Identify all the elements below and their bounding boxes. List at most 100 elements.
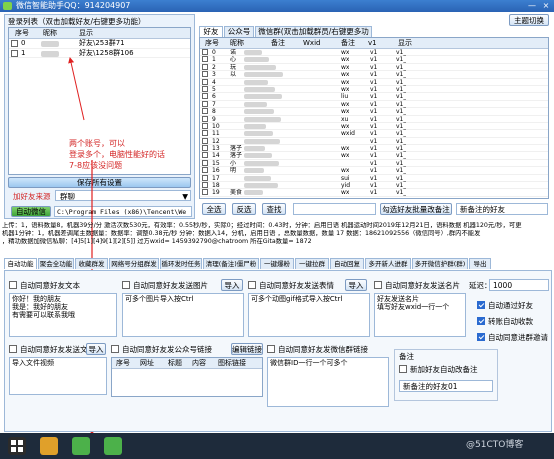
table-row[interactable]: 10 wx v1 v1_ bbox=[200, 122, 548, 131]
row-checkbox[interactable] bbox=[202, 63, 208, 70]
row-checkbox[interactable] bbox=[202, 78, 208, 85]
mp-link-grid[interactable]: 序号 网址 标题 内容 图标链接 bbox=[111, 357, 263, 397]
row-checkbox[interactable] bbox=[202, 174, 208, 181]
table-row[interactable]: 8 wx v1 v1_ bbox=[200, 108, 548, 116]
table-row[interactable]: 1 心 wx v1 v1_ bbox=[200, 56, 548, 64]
auto-friend-group-label: 自动同意好友发微信群链接 bbox=[278, 345, 368, 354]
table-row[interactable]: 7 wx v1 v1_ bbox=[200, 100, 548, 109]
select-all-button[interactable]: 全选 bbox=[202, 203, 226, 215]
table-row[interactable]: 3 以 wx v1 v1_ bbox=[200, 71, 548, 79]
table-row[interactable]: 12 v1 v1_ bbox=[200, 137, 548, 146]
auto-friend-file-area[interactable]: 导入文件视频 bbox=[9, 357, 107, 395]
auto-friend-card-checkbox[interactable] bbox=[374, 281, 382, 289]
row-checkbox[interactable] bbox=[202, 56, 208, 63]
row-checkbox[interactable] bbox=[202, 137, 208, 144]
theme-switch-button[interactable]: 主题切换 bbox=[509, 14, 549, 26]
row-checkbox[interactable] bbox=[202, 93, 208, 100]
table-row[interactable]: 4 wx v1 v1_ bbox=[200, 78, 548, 86]
table-row[interactable]: 17 sui v1 v1_ bbox=[200, 174, 548, 183]
tab-friends[interactable]: 好友 bbox=[199, 26, 223, 37]
table-row[interactable]: 18 yid v1 v1_ bbox=[200, 182, 548, 190]
row-num: 8 bbox=[212, 108, 216, 116]
auto-friend-file-checkbox[interactable] bbox=[9, 345, 17, 353]
row-checkbox[interactable] bbox=[202, 49, 208, 55]
auto-friend-image-area[interactable]: 可多个图片导入按Ctrl bbox=[122, 293, 244, 337]
auto-friend-text-area[interactable]: 你好！我的朋友 我是：我好的朋友 有需要可以联系我哦 bbox=[9, 293, 117, 337]
auto-friend-image-checkbox[interactable] bbox=[122, 281, 130, 289]
blurred-cell bbox=[244, 86, 275, 92]
import-file-button[interactable]: 导入 bbox=[86, 343, 106, 355]
auto-friend-gif-checkbox[interactable] bbox=[248, 281, 256, 289]
remark-value-input[interactable]: 新备注的好友01 bbox=[399, 380, 493, 392]
table-row[interactable]: 11 wxid v1 v1_ bbox=[200, 130, 548, 138]
auto-friend-group-checkbox[interactable] bbox=[267, 345, 275, 353]
row-checkbox[interactable] bbox=[202, 85, 208, 92]
auto-friend-card-area[interactable]: 好友发送名片 填写好友wxid一行一个 bbox=[374, 293, 466, 337]
batch-remark-button[interactable]: 勾选好友批量改备注 bbox=[380, 203, 452, 215]
auto-function-panel: 自动同意好友文本 你好！我的朋友 我是：我好的朋友 有需要可以联系我哦 自动同意… bbox=[4, 270, 552, 432]
delay-input[interactable]: 1000 bbox=[489, 279, 549, 291]
tab-function-8[interactable]: 自动回复 bbox=[330, 258, 364, 269]
search-button[interactable]: 查找 bbox=[262, 203, 286, 215]
table-row[interactable]: 16 明 wx v1 v1_ bbox=[200, 167, 548, 175]
invert-select-button[interactable]: 反选 bbox=[232, 203, 256, 215]
tab-function-2[interactable]: 收藏群发 bbox=[75, 258, 108, 269]
wechat-icon[interactable] bbox=[104, 437, 122, 455]
row-wxid: wxid bbox=[341, 130, 355, 138]
tab-function-9[interactable]: 多开新人进群 bbox=[365, 258, 411, 269]
tab-function-0[interactable]: 自动功能 bbox=[4, 258, 37, 269]
table-row[interactable]: 5 wx v1 v1_ bbox=[200, 85, 548, 94]
tab-function-5[interactable]: 清理(备注)僵尸粉 bbox=[203, 258, 259, 269]
table-row[interactable]: 0 诺 wx v1 v1_ bbox=[200, 49, 548, 57]
tab-function-11[interactable]: 导出 bbox=[469, 258, 491, 269]
tab-function-1[interactable]: 聚会全功能 bbox=[38, 258, 74, 269]
friend-grid[interactable]: 序号 昵称 备注 Wxid 备注 v1 显示 0 诺 wx v1 v1_ 1 心 wx v1 v1… bbox=[199, 37, 549, 199]
search-input[interactable] bbox=[293, 203, 376, 215]
row-checkbox[interactable] bbox=[202, 182, 208, 189]
table-row[interactable]: 19 美食 wx v1 v1_ bbox=[200, 189, 548, 197]
table-row[interactable]: 13 落子 wx v1 v1_ bbox=[200, 145, 548, 153]
table-row[interactable]: 9 xu v1 v1_ bbox=[200, 115, 548, 123]
tab-function-4[interactable]: 循环发时任务 bbox=[160, 258, 202, 269]
table-row[interactable]: 6 liu v1 v1_ bbox=[200, 93, 548, 101]
row-checkbox[interactable] bbox=[202, 130, 208, 137]
row-checkbox[interactable] bbox=[202, 145, 208, 152]
row-checkbox[interactable] bbox=[202, 167, 208, 174]
import-image-button[interactable]: 导入 bbox=[221, 279, 243, 291]
row-checkbox[interactable] bbox=[202, 152, 208, 159]
wechat-icon[interactable] bbox=[72, 437, 90, 455]
auto-friend-gif-area[interactable]: 可多个动图gif格式导入按Ctrl bbox=[248, 293, 370, 337]
folder-icon[interactable] bbox=[40, 437, 58, 455]
auto-pass-checkbox[interactable] bbox=[477, 301, 485, 309]
auto-remark-checkbox[interactable] bbox=[399, 365, 407, 373]
row-num: 11 bbox=[212, 130, 220, 138]
row-checkbox[interactable] bbox=[202, 115, 208, 122]
tab-function-6[interactable]: 一键爆粉 bbox=[260, 258, 294, 269]
import-gif-button[interactable]: 导入 bbox=[345, 279, 367, 291]
row-checkbox[interactable] bbox=[202, 159, 208, 166]
auto-friend-group-area[interactable]: 微信群ID一行一个可多个 bbox=[267, 357, 389, 407]
tab-function-3[interactable]: 网络号分组群发 bbox=[109, 258, 159, 269]
tab-function-7[interactable]: 一键拉群 bbox=[295, 258, 329, 269]
row-checkbox[interactable] bbox=[202, 108, 208, 115]
windows-start-icon[interactable] bbox=[8, 437, 26, 455]
auto-collect-checkbox[interactable] bbox=[477, 317, 485, 325]
tab-function-10[interactable]: 多开微信护群(群) bbox=[412, 258, 468, 269]
table-row[interactable]: 14 落子 wx v1 v1_ bbox=[200, 152, 548, 160]
auto-group-invite-checkbox[interactable] bbox=[477, 333, 485, 341]
row-checkbox[interactable] bbox=[202, 71, 208, 78]
row-v1: v1 bbox=[370, 115, 378, 123]
tab-groups[interactable]: 微信群(双击加载群员/右键更多功能) bbox=[255, 26, 372, 46]
row-checkbox[interactable] bbox=[202, 122, 208, 129]
tab-official-accounts[interactable]: 公众号 bbox=[224, 26, 254, 37]
auto-friend-text-checkbox[interactable] bbox=[9, 281, 17, 289]
edit-link-button[interactable]: 编辑链接 bbox=[231, 343, 263, 355]
table-row[interactable]: 2 玩 wx v1 v1_ bbox=[200, 63, 548, 72]
auto-friend-mp-checkbox[interactable] bbox=[111, 345, 119, 353]
table-row[interactable]: 15 小 v1 v1_ bbox=[200, 159, 548, 168]
remark-input[interactable]: 新备注的好友 bbox=[456, 203, 548, 215]
row-checkbox[interactable] bbox=[202, 189, 208, 196]
row-wxid: liu bbox=[341, 93, 349, 101]
blurred-cell bbox=[244, 160, 279, 166]
row-checkbox[interactable] bbox=[202, 100, 208, 107]
